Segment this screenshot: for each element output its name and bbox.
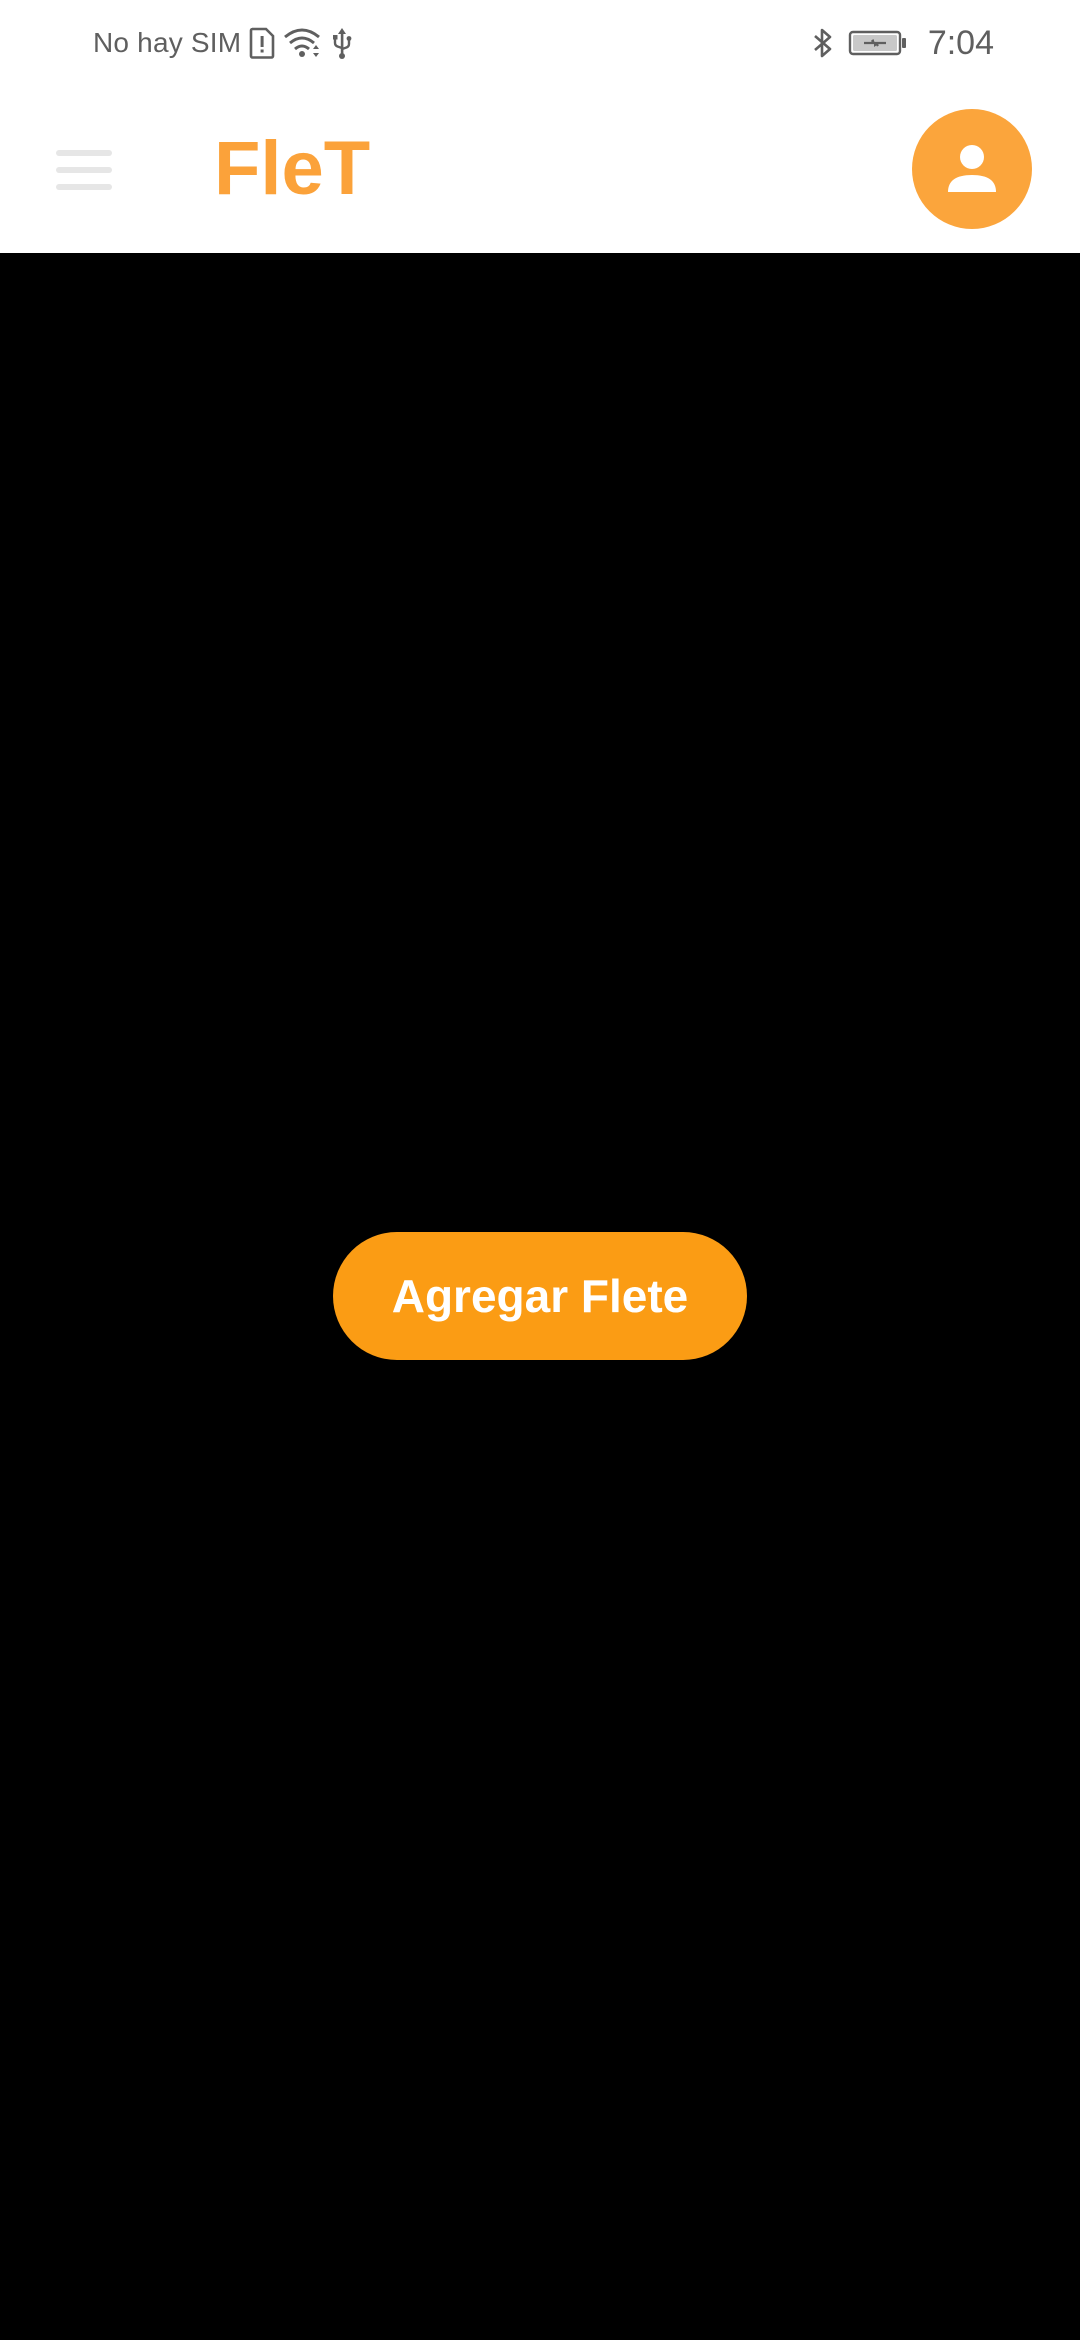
menu-button[interactable]: [50, 142, 118, 198]
wifi-icon: [283, 27, 323, 59]
app-title: FleT: [214, 126, 371, 211]
profile-button[interactable]: [912, 109, 1032, 229]
sim-alert-icon: [249, 27, 275, 59]
carrier-text: No hay SIM: [93, 27, 242, 58]
app-bar: FleT: [0, 86, 1080, 253]
status-bar-left: No hay SIM: [93, 0, 353, 86]
usb-icon: [331, 26, 353, 60]
main-content: Agregar Flete: [0, 253, 1080, 2340]
status-bar: No hay SIM 7:04: [0, 0, 1080, 86]
app-screen: No hay SIM 7:04 FleT Agregar Flete: [0, 0, 1080, 2340]
status-bar-right: 7:04: [812, 0, 994, 86]
add-flete-button[interactable]: Agregar Flete: [333, 1232, 747, 1360]
battery-charging-icon: [848, 29, 908, 57]
bluetooth-icon: [812, 26, 834, 60]
clock: 7:04: [927, 23, 994, 62]
person-icon: [945, 142, 999, 196]
